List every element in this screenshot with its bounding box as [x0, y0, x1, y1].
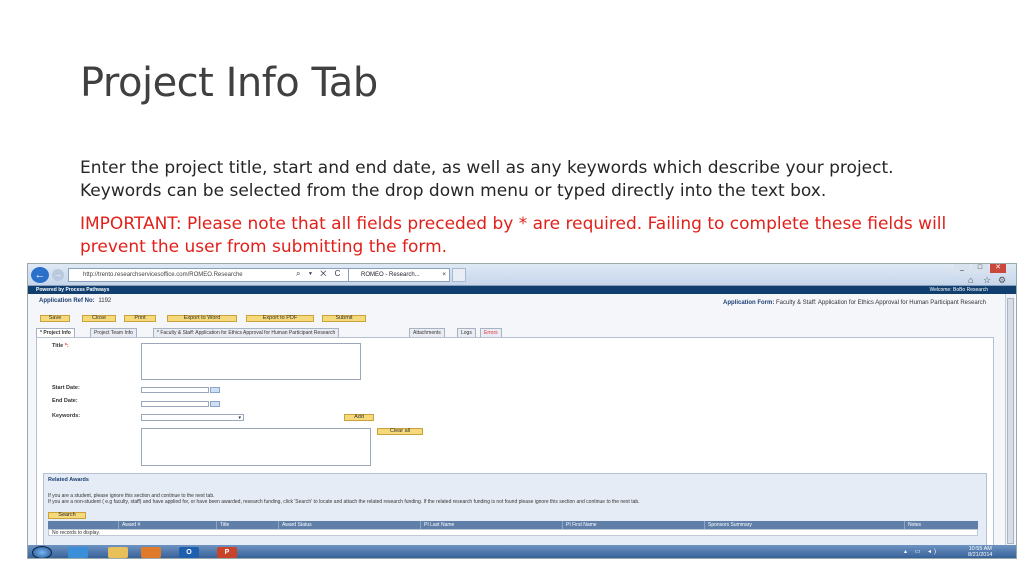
system-clock[interactable]: 10:55 AM 8/21/2014	[968, 546, 992, 558]
submit-button[interactable]: Submit	[322, 315, 366, 322]
scrollbar-thumb[interactable]	[1007, 298, 1014, 544]
start-date-calendar-icon[interactable]	[210, 387, 220, 393]
title-label: Title *:	[52, 343, 69, 349]
export-to-pdf-button[interactable]: Export to PDF	[246, 315, 314, 322]
address-tools-icon[interactable]: ⌕ ▾ ✕ C	[296, 269, 343, 279]
export-to-word-button[interactable]: Export to Word	[167, 315, 237, 322]
application-ref-label: Application Ref No:	[39, 298, 95, 304]
start-date-input[interactable]	[141, 387, 209, 393]
slide-instructions: Enter the project title, start and end d…	[80, 158, 894, 201]
application-form-label: Application Form:	[722, 300, 775, 306]
forward-arrow-icon[interactable]: →	[52, 269, 64, 281]
awards-grid-header: Award # Title Award Status PI Last Name …	[48, 521, 978, 529]
column-notes[interactable]: Notes	[904, 521, 921, 529]
required-marker: *:	[64, 343, 69, 349]
end-date-label: End Date:	[52, 398, 78, 404]
print-button[interactable]: Print	[124, 315, 156, 322]
back-arrow-icon[interactable]: ←	[31, 267, 49, 283]
tab-project-team-info[interactable]: Project Team Info	[90, 328, 137, 337]
title-textarea[interactable]	[141, 343, 361, 380]
slide-important-note: IMPORTANT: Please note that all fields p…	[80, 214, 947, 257]
windows-start-icon[interactable]	[32, 546, 52, 558]
column-sponsors-summary[interactable]: Sponsors Summary	[704, 521, 752, 529]
windows-taskbar: O P ▴ ▭ ◂) 10:55 AM 8/21/2014	[28, 545, 1016, 558]
application-ref: Application Ref No: 1192	[39, 298, 111, 304]
page-scrollbar[interactable]	[1005, 294, 1015, 550]
gear-icon[interactable]: ⚙	[998, 275, 1006, 286]
title-label-text: Title	[52, 343, 64, 349]
related-awards-instructions: If you are a student, please ignore this…	[48, 493, 978, 505]
related-awards-title: Related Awards	[48, 477, 89, 483]
minimize-window-icon[interactable]: _	[954, 264, 970, 273]
tab-faculty-staff-application[interactable]: * Faculty & Staff: Application for Ethic…	[153, 328, 340, 337]
column-title[interactable]: Title	[216, 521, 229, 529]
file-explorer-icon[interactable]	[108, 547, 128, 558]
application-form-name: Application Form: Faculty & Staff: Appli…	[716, 299, 986, 307]
column-award-number[interactable]: Award #	[118, 521, 140, 529]
home-icon[interactable]: ⌂	[968, 275, 973, 285]
close-tab-icon[interactable]: ×	[442, 269, 446, 281]
awards-grid-empty-row: No records to display.	[48, 529, 978, 536]
end-date-input[interactable]	[141, 401, 209, 407]
close-button[interactable]: Close	[82, 315, 116, 322]
application-ref-number: 1192	[98, 298, 112, 304]
close-window-icon[interactable]: ✕	[990, 264, 1006, 273]
related-awards-line-nonstudent: If you are a non-student ( e.g faculty, …	[48, 499, 640, 505]
welcome-user-label: Welcome: BoBo Research	[929, 287, 988, 293]
browser-tab-romeo[interactable]: ROMEO - Research... ×	[348, 268, 450, 282]
slide-title: Project Info Tab	[80, 60, 378, 106]
internet-explorer-icon[interactable]	[68, 547, 88, 558]
app-header-bar: Powered by Process Pathways Welcome: BoB…	[28, 286, 1016, 294]
browser-toolbar: ← → http://trento.researchservicesoffice…	[28, 264, 1016, 286]
keywords-textbox[interactable]	[141, 428, 371, 466]
tab-project-info[interactable]: * Project Info	[36, 328, 75, 337]
favorites-star-icon[interactable]: ☆	[983, 275, 991, 286]
tab-logs[interactable]: Logs	[457, 328, 476, 337]
powered-by-label: Powered by Process Pathways	[36, 287, 110, 293]
chevron-down-icon: ▾	[238, 415, 241, 421]
keywords-dropdown[interactable]: ▾	[141, 414, 244, 421]
project-info-panel: Title *: Start Date: End Date: Keywords:…	[36, 337, 994, 557]
clock-date: 8/21/2014	[968, 552, 993, 558]
related-awards-section: Related Awards If you are a student, ple…	[43, 473, 987, 555]
tab-errors[interactable]: Errors	[480, 328, 502, 337]
new-tab-button[interactable]	[452, 268, 466, 282]
system-tray-icons[interactable]: ▴ ▭ ◂)	[904, 548, 939, 555]
start-date-label: Start Date:	[52, 385, 80, 391]
end-date-calendar-icon[interactable]	[210, 401, 220, 407]
save-button[interactable]: Save	[40, 315, 70, 322]
powerpoint-icon[interactable]: P	[217, 547, 237, 558]
column-pi-first-name[interactable]: PI First Name	[562, 521, 597, 529]
keywords-label: Keywords:	[52, 413, 81, 419]
application-screenshot: ← → http://trento.researchservicesoffice…	[27, 263, 1017, 559]
application-form-value: Faculty & Staff: Application for Ethics …	[776, 300, 986, 306]
clear-all-button[interactable]: Clear all	[377, 428, 423, 435]
maximize-window-icon[interactable]: □	[972, 264, 988, 273]
outlook-icon[interactable]: O	[179, 547, 199, 558]
column-award-status[interactable]: Award Status	[278, 521, 312, 529]
search-awards-button[interactable]: Search	[48, 512, 86, 519]
media-player-icon[interactable]	[141, 547, 161, 558]
column-pi-last-name[interactable]: PI Last Name	[420, 521, 454, 529]
add-keyword-button[interactable]: Add	[344, 414, 374, 421]
browser-tab-label: ROMEO - Research...	[361, 272, 420, 278]
tab-attachments[interactable]: Attachments	[409, 328, 445, 337]
